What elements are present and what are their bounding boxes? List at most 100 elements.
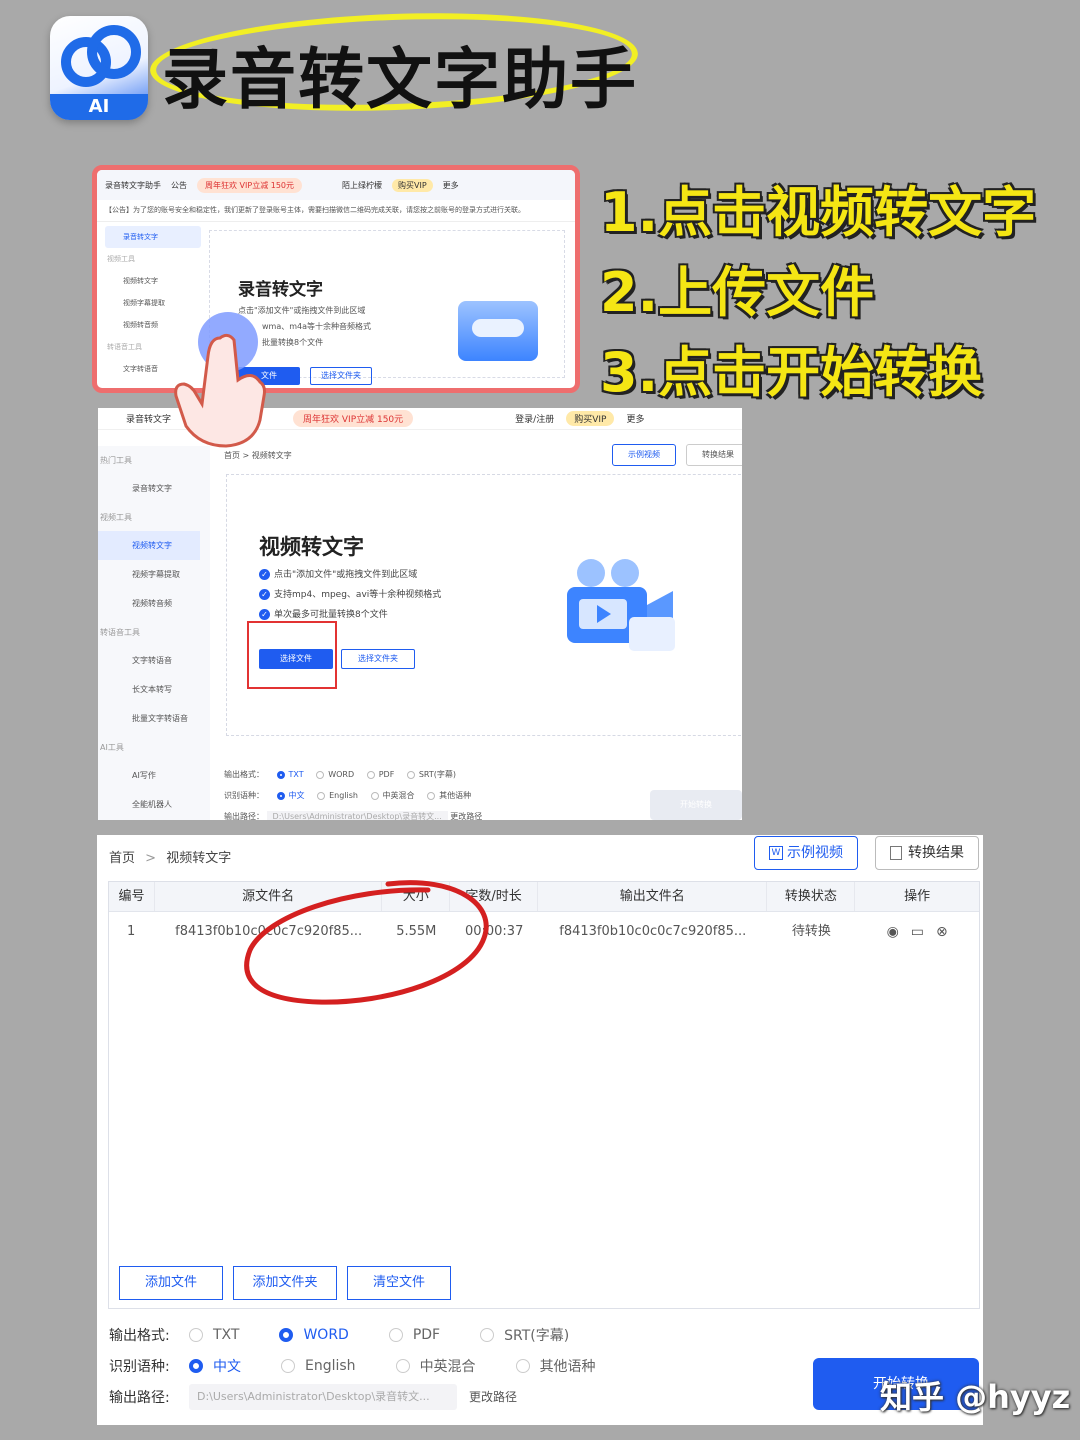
close-icon[interactable]: ⊗: [936, 912, 948, 952]
p2-sidebar: 热门工具 录音转文字 视频工具 视频转文字 视频字幕提取 视频转音频 转语音工具…: [98, 446, 210, 820]
p2-sidebar-item[interactable]: 长文本转写: [98, 675, 210, 704]
p2-sidebar-item[interactable]: 录音转文字: [98, 474, 210, 503]
radio-selected-icon: [189, 1358, 203, 1373]
output-path-field[interactable]: D:\Users\Administrator\Desktop\录音转文...: [189, 1383, 457, 1410]
path-label: 输出路径:: [109, 1389, 170, 1406]
file-action-buttons: 添加文件 添加文件夹 清空文件: [119, 1266, 451, 1300]
cell-actions: ◉ ▭ ⊗: [855, 912, 979, 952]
conversion-result-button[interactable]: 转换结果: [875, 836, 979, 870]
lang-option-mixed[interactable]: 中英混合: [395, 1356, 476, 1376]
path-row: 输出路径: D:\Users\Administrator\Desktop\录音转…: [109, 1381, 636, 1412]
format-option-word[interactable]: WORD: [279, 1327, 349, 1343]
format-option-pdf[interactable]: PDF: [388, 1327, 440, 1343]
p1-notice: 【公告】为了您的账号安全和稳定性，我们更新了登录账号主体，需要扫描微信二维码完成…: [97, 200, 575, 222]
breadcrumb-home[interactable]: 首页: [109, 851, 135, 866]
p2-lang-option[interactable]: 中文: [289, 791, 305, 800]
p2-path-label: 输出路径：: [224, 812, 264, 820]
p2-start-button[interactable]: 开始转换: [650, 790, 742, 820]
screenshot-audio-to-text: 录音转文字助手 公告 周年狂欢 VIP立减 150元 陌上绿柠檬 购买VIP 更…: [92, 165, 580, 393]
col-header: 操作: [904, 889, 931, 904]
radio-icon: [189, 1327, 203, 1342]
p2-sidebar-item[interactable]: 批量文字转语音: [98, 704, 210, 733]
video-camera-illustration: [567, 559, 675, 651]
radio-icon[interactable]: [276, 770, 285, 779]
p2-sidebar-section: 视频工具: [100, 513, 132, 522]
p1-vip-banner[interactable]: 周年狂欢 VIP立减 150元: [197, 177, 303, 193]
p2-lang-option[interactable]: 其他语种: [439, 791, 471, 800]
p2-lang-option[interactable]: English: [329, 791, 358, 800]
p2-app-name: 录音转文字: [126, 415, 172, 425]
format-label: 输出格式:: [109, 1327, 170, 1344]
p2-select-file-button[interactable]: 选择文件: [259, 649, 333, 669]
p1-notice-link[interactable]: 公告: [171, 180, 187, 191]
p2-sidebar-item[interactable]: AI写作: [98, 761, 210, 790]
p2-vip-banner[interactable]: 周年狂欢 VIP立减 150元: [293, 410, 414, 427]
p2-more[interactable]: 更多: [626, 412, 644, 425]
p2-bullet: ✓ 点击"添加文件"或拖拽文件到此区域: [259, 565, 441, 585]
p2-select-folder-button[interactable]: 选择文件夹: [341, 649, 415, 669]
p1-select-folder-button[interactable]: 选择文件夹: [310, 367, 372, 385]
p2-path-field[interactable]: D:\Users\Administrator\Desktop\录音转文...: [266, 811, 448, 820]
p2-lang-option[interactable]: 中英混合: [383, 791, 415, 800]
col-header: 编号: [109, 882, 155, 911]
app-logo: AI: [50, 16, 148, 120]
p1-buy-vip[interactable]: 购买VIP: [392, 178, 433, 192]
p2-sidebar-item[interactable]: 文字转语音: [98, 646, 210, 675]
lang-option-english[interactable]: English: [281, 1358, 356, 1374]
radio-icon[interactable]: [317, 791, 326, 800]
folder-icon[interactable]: ▭: [911, 912, 924, 952]
p2-sidebar-section: 热门工具: [100, 456, 132, 465]
change-path-link[interactable]: 更改路径: [469, 1388, 517, 1405]
add-folder-button[interactable]: 添加文件夹: [233, 1266, 337, 1300]
p2-sidebar-item-active[interactable]: 视频转文字: [98, 531, 200, 560]
p2-sidebar-item[interactable]: 视频字幕提取: [98, 560, 210, 589]
p1-more[interactable]: 更多: [443, 180, 459, 191]
add-file-button[interactable]: 添加文件: [119, 1266, 223, 1300]
p2-buy-vip[interactable]: 购买VIP: [566, 411, 615, 426]
p2-sidebar-item[interactable]: 视频转音频: [98, 589, 210, 618]
eye-icon[interactable]: ◉: [887, 912, 899, 952]
document-icon: [890, 846, 902, 860]
cell-no: 1: [127, 924, 136, 939]
p2-format-option[interactable]: TXT: [289, 770, 304, 779]
clear-files-button[interactable]: 清空文件: [347, 1266, 451, 1300]
p2-format-label: 输出格式：: [224, 770, 264, 779]
radio-icon: [480, 1327, 495, 1342]
radio-icon[interactable]: [316, 770, 325, 779]
p1-sidebar-item[interactable]: 录音转文字: [105, 226, 201, 248]
p2-format-option[interactable]: PDF: [379, 770, 395, 779]
output-options: 输出格式: TXT WORD PDF SRT(字幕) 识别语种: 中文 Engl…: [109, 1319, 636, 1412]
radio-icon[interactable]: [366, 770, 375, 779]
lang-option-chinese[interactable]: 中文: [189, 1356, 241, 1376]
p1-sidebar-item[interactable]: 视频转文字: [105, 270, 201, 292]
radio-icon[interactable]: [276, 791, 285, 800]
sample-video-button[interactable]: W 示例视频: [754, 836, 858, 870]
p2-sidebar-section: AI工具: [100, 743, 124, 752]
format-option-srt[interactable]: SRT(字幕): [480, 1325, 569, 1345]
p2-format-row: 输出格式： TXT WORD PDF SRT(字幕): [224, 764, 482, 785]
p1-user[interactable]: 陌上绿柠檬: [342, 180, 382, 191]
check-icon: ✓: [259, 569, 270, 580]
p2-format-option[interactable]: WORD: [328, 770, 354, 779]
radio-icon: [281, 1358, 295, 1373]
p2-login[interactable]: 登录/注册: [515, 412, 554, 425]
lang-option-other[interactable]: 其他语种: [515, 1356, 596, 1376]
screenshot-file-list: 首页 > 视频转文字 W 示例视频 转换结果 编号 源文件名 大小 字数/时长 输…: [97, 835, 983, 1425]
p2-change-path-link[interactable]: 更改路径: [450, 812, 482, 820]
p2-result-button[interactable]: 转换结果: [686, 444, 742, 466]
p2-drop-zone[interactable]: 视频转文字 ✓ 点击"添加文件"或拖拽文件到此区域 ✓ 支持mp4、mpeg、avi…: [226, 474, 742, 736]
lang-row: 识别语种: 中文 English 中英混合 其他语种: [109, 1350, 636, 1381]
watermark: 知乎 @hyyz: [880, 1378, 1071, 1416]
radio-icon[interactable]: [406, 770, 415, 779]
check-icon: ✓: [259, 609, 270, 620]
format-option-txt[interactable]: TXT: [189, 1327, 239, 1343]
p2-format-option[interactable]: SRT(字幕): [419, 770, 456, 779]
step-2: 2.上传文件: [600, 261, 875, 324]
radio-icon[interactable]: [427, 791, 436, 800]
p2-sample-video-button[interactable]: 示例视频: [612, 444, 676, 466]
p2-bullets: ✓ 点击"添加文件"或拖拽文件到此区域 ✓ 支持mp4、mpeg、avi等十余种视频…: [259, 565, 441, 625]
p2-sidebar-item[interactable]: 全能机器人: [98, 790, 210, 819]
p1-sidebar-section: 视频工具: [107, 255, 135, 263]
radio-icon[interactable]: [370, 791, 379, 800]
breadcrumb-current: 视频转文字: [166, 851, 232, 866]
